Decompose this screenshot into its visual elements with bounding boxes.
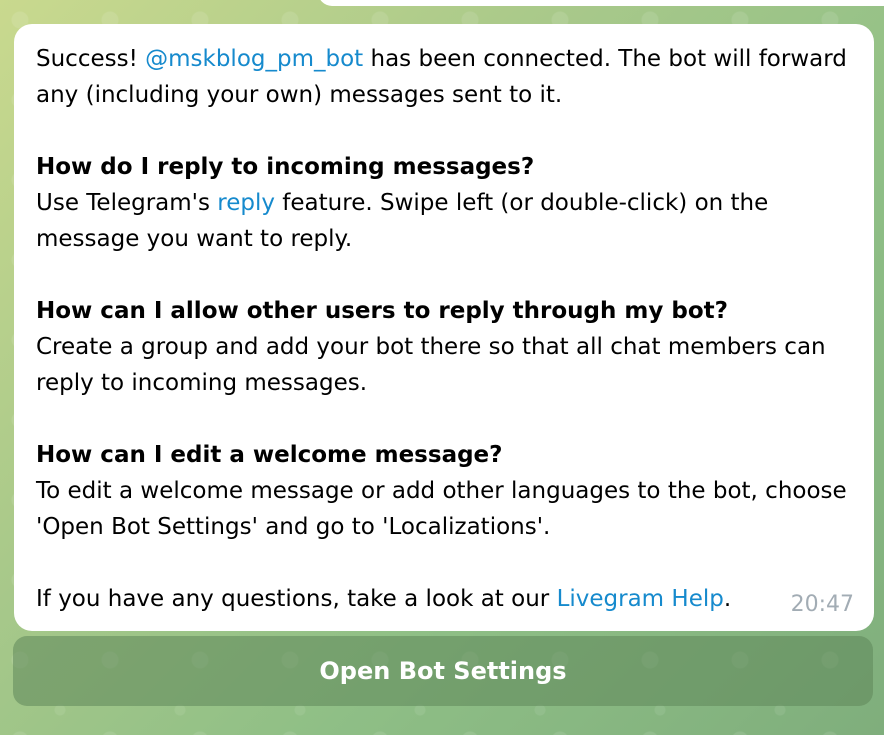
open-bot-settings-button[interactable]: Open Bot Settings [13, 636, 873, 706]
help-paragraph: If you have any questions, take a look a… [36, 581, 852, 617]
reply-prefix: Use Telegram's [36, 190, 218, 216]
reply-question: How do I reply to incoming messages? [36, 154, 535, 180]
help-prefix: If you have any questions, take a look a… [36, 586, 557, 612]
intro-paragraph: Success! @mskblog_pm_bot has been connec… [36, 41, 852, 113]
reply-section: How do I reply to incoming messages? Use … [36, 149, 852, 257]
message-timestamp: 20:47 [790, 592, 854, 617]
edit-answer: To edit a welcome message or add other l… [36, 478, 847, 540]
edit-section: How can I edit a welcome message? To edit… [36, 437, 852, 545]
edit-question: How can I edit a welcome message? [36, 442, 503, 468]
livegram-help-link[interactable]: Livegram Help [557, 586, 724, 612]
reply-link[interactable]: reply [217, 190, 275, 216]
help-suffix: . [723, 586, 732, 612]
allow-section: How can I allow other users to reply thr… [36, 293, 852, 401]
previous-message-edge [318, 0, 884, 6]
allow-answer: Create a group and add your bot there so… [36, 334, 826, 396]
message-bubble[interactable]: Success! @mskblog_pm_bot has been connec… [14, 24, 874, 631]
intro-prefix: Success! [36, 46, 146, 72]
bot-username-link[interactable]: @mskblog_pm_bot [145, 46, 363, 72]
allow-question: How can I allow other users to reply thr… [36, 298, 728, 324]
